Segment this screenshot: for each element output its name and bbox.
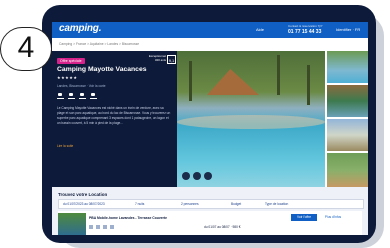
- palm-tree: [277, 55, 280, 95]
- gallery-icon[interactable]: [182, 172, 190, 180]
- booking-section: Trouvez votre Location du 01/07/2023 au …: [52, 187, 368, 235]
- user-menu[interactable]: Identifier · FR: [336, 27, 360, 32]
- nights-filter[interactable]: 7 nuits: [135, 202, 144, 206]
- listing-panel: Offre spéciale Exceptionnel 320 avis 9,1…: [52, 51, 177, 187]
- result-amenities: [89, 225, 114, 229]
- beach-icon: [90, 93, 97, 99]
- palm-tree: [189, 61, 192, 101]
- listing-title: Camping Mayotte Vacances: [57, 66, 147, 73]
- palm-tree: [307, 65, 310, 105]
- thumbnail-4[interactable]: [327, 153, 368, 187]
- rating-score: 9,1: [167, 55, 176, 64]
- listing-description: Le Camping Mayotte Vacances est niché da…: [57, 106, 171, 125]
- offer-badge: Offre spéciale: [57, 58, 85, 64]
- rating-label: Exceptionnel 320 avis: [148, 54, 166, 62]
- result-card[interactable]: PBA Mobile-home Lavandes - Terrasse Couv…: [58, 211, 362, 235]
- phone-caption: Contact & réservation 7j/7: [288, 24, 323, 28]
- amenities: [57, 93, 97, 99]
- thatched-roof: [207, 69, 259, 95]
- view-offer-button[interactable]: Voir l'offre: [291, 214, 317, 221]
- bath-icon: [103, 225, 107, 229]
- site-header: camping. Aide Contact & réservation 7j/7…: [52, 22, 368, 38]
- wifi-icon: [79, 93, 86, 99]
- budget-filter[interactable]: Budget: [231, 202, 241, 206]
- pool-icon: [57, 93, 64, 99]
- thumbnail-1[interactable]: [327, 51, 368, 83]
- share-icon[interactable]: [204, 172, 212, 180]
- more-info-link[interactable]: Plus d'infos: [320, 214, 346, 221]
- main-photo[interactable]: [177, 51, 325, 187]
- type-filter[interactable]: Type de location: [265, 202, 288, 206]
- terrace-icon: [110, 225, 114, 229]
- result-title[interactable]: PBA Mobile-home Lavandes - Terrasse Couv…: [89, 216, 167, 220]
- breadcrumb[interactable]: Camping > France > Aquitaine > Landes > …: [59, 42, 139, 46]
- thumbnail-3[interactable]: [327, 119, 368, 151]
- location-link[interactable]: Landes, Biscarrosse · Voir la carte: [57, 84, 106, 88]
- booking-title: Trouvez votre Location: [58, 192, 108, 197]
- video-icon[interactable]: [193, 172, 201, 180]
- star-rating: ★★★★★: [57, 75, 78, 80]
- filter-bar: du 01/07/2023 au 08/07/2023 7 nuits 2 pe…: [58, 199, 364, 209]
- slide-icon: [68, 93, 75, 99]
- thumbnail-2[interactable]: [327, 85, 368, 117]
- screen: camping. Aide Contact & réservation 7j/7…: [52, 22, 368, 235]
- person-icon: [96, 225, 100, 229]
- read-more-link[interactable]: Lire la suite: [57, 144, 73, 148]
- date-filter[interactable]: du 01/07/2023 au 08/07/2023: [63, 202, 105, 206]
- phone-number[interactable]: 01 77 15 44 33: [288, 29, 321, 35]
- result-image[interactable]: [58, 213, 86, 235]
- logo[interactable]: camping.: [59, 23, 101, 34]
- persons-filter[interactable]: 2 personnes: [181, 202, 199, 206]
- pool-edge: [177, 115, 325, 129]
- result-price: du 01/07 au 08/07 · 980 €: [204, 225, 241, 229]
- help-link[interactable]: Aide: [256, 27, 264, 32]
- bed-icon: [89, 225, 93, 229]
- step-number-badge: 4: [0, 27, 52, 71]
